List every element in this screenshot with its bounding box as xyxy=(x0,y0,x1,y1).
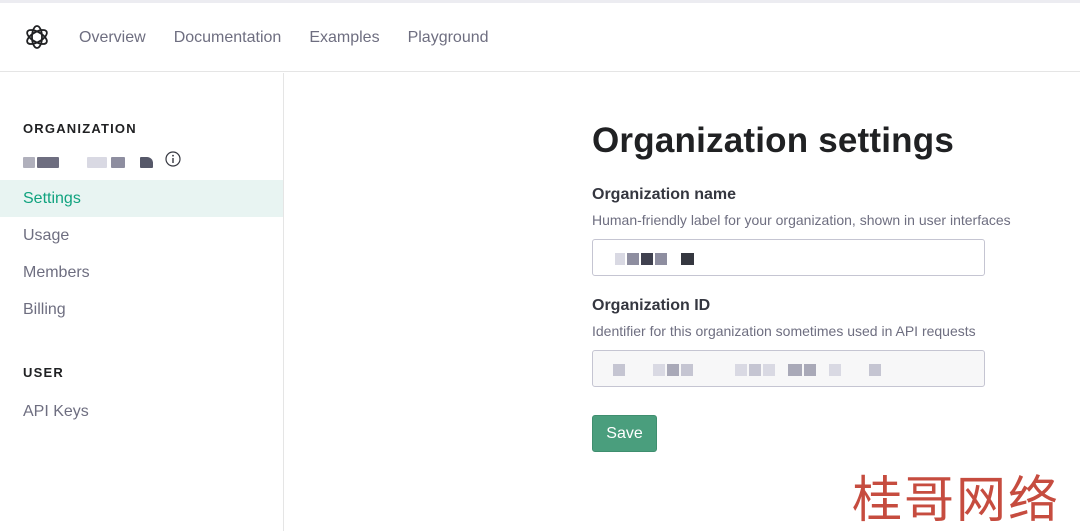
nav-examples[interactable]: Examples xyxy=(309,29,379,47)
blur-block xyxy=(804,364,816,376)
save-button[interactable]: Save xyxy=(592,415,657,452)
blur-block xyxy=(37,157,59,168)
blur-block xyxy=(681,253,694,265)
org-id-help: Identifier for this organization sometim… xyxy=(592,323,976,339)
blur-block xyxy=(829,364,841,376)
org-name-input[interactable] xyxy=(592,239,985,276)
blur-block xyxy=(788,364,802,376)
nav-playground[interactable]: Playground xyxy=(408,29,489,47)
blur-block xyxy=(140,157,153,168)
sidebar-item-usage[interactable]: Usage xyxy=(0,217,283,254)
blur-block xyxy=(735,364,747,376)
blur-block xyxy=(641,253,653,265)
organization-section-title: ORGANIZATION xyxy=(23,121,137,136)
blur-block xyxy=(87,157,107,168)
user-section-title: USER xyxy=(23,365,64,380)
blur-block xyxy=(627,253,639,265)
top-navbar: Overview Documentation Examples Playgrou… xyxy=(0,3,1080,72)
blur-block xyxy=(655,253,667,265)
blur-block xyxy=(111,157,125,168)
nav-links: Overview Documentation Examples Playgrou… xyxy=(79,3,489,72)
org-id-label: Organization ID xyxy=(592,297,711,314)
blur-block xyxy=(23,157,35,168)
blur-block xyxy=(613,364,625,376)
blur-block xyxy=(615,253,625,265)
blur-block xyxy=(763,364,775,376)
openai-logo-icon[interactable] xyxy=(23,23,51,51)
sidebar: ORGANIZATION Settings Usage Members Bill… xyxy=(0,73,284,531)
org-id-input[interactable] xyxy=(592,350,985,387)
blur-block xyxy=(681,364,693,376)
sidebar-item-members[interactable]: Members xyxy=(0,254,283,291)
info-icon[interactable] xyxy=(165,151,181,167)
org-name-help: Human-friendly label for your organizati… xyxy=(592,212,1011,228)
page-title: Organization settings xyxy=(592,121,955,160)
watermark: 桂哥网络 xyxy=(852,471,1060,529)
nav-overview[interactable]: Overview xyxy=(79,29,146,47)
sidebar-item-billing[interactable]: Billing xyxy=(0,291,283,328)
nav-documentation[interactable]: Documentation xyxy=(174,29,282,47)
blur-block xyxy=(869,364,881,376)
blur-block xyxy=(749,364,761,376)
organization-name-blurred xyxy=(23,151,193,171)
sidebar-item-api-keys[interactable]: API Keys xyxy=(0,393,283,430)
sidebar-item-settings[interactable]: Settings xyxy=(0,180,283,217)
blur-block xyxy=(653,364,665,376)
blur-block xyxy=(667,364,679,376)
org-name-label: Organization name xyxy=(592,186,737,203)
